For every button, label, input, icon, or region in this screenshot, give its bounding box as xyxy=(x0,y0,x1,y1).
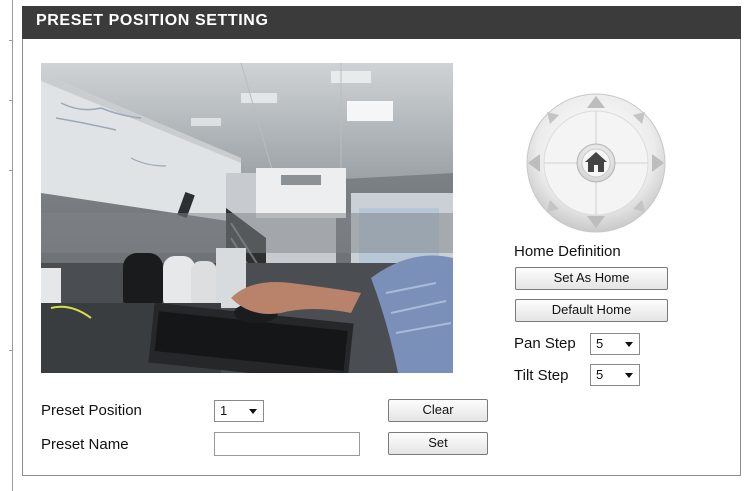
home-icon[interactable] xyxy=(576,143,616,183)
arrow-down-left-icon[interactable] xyxy=(546,199,560,213)
preset-position-value: 1 xyxy=(220,403,228,418)
chevron-down-icon xyxy=(625,342,633,347)
preset-position-label: Preset Position xyxy=(41,402,142,419)
set-as-home-button[interactable]: Set As Home xyxy=(515,267,668,290)
ptz-control xyxy=(520,93,672,233)
camera-live-view xyxy=(41,63,453,373)
left-divider-tick xyxy=(9,100,13,101)
arrow-up-right-icon[interactable] xyxy=(632,111,646,125)
pan-step-select[interactable]: 5 xyxy=(590,333,640,355)
tilt-step-select[interactable]: 5 xyxy=(590,364,640,386)
tilt-step-label: Tilt Step xyxy=(514,367,569,384)
default-home-button[interactable]: Default Home xyxy=(515,299,668,322)
arrow-left-icon[interactable] xyxy=(526,153,542,173)
tilt-step-value: 5 xyxy=(596,367,604,382)
pan-step-value: 5 xyxy=(596,336,604,351)
arrow-down-right-icon[interactable] xyxy=(632,199,646,213)
arrow-up-icon[interactable] xyxy=(586,94,606,110)
arrow-right-icon[interactable] xyxy=(650,153,666,173)
home-definition-label: Home Definition xyxy=(514,243,621,260)
left-divider-tick xyxy=(9,170,13,171)
section-title: PRESET POSITION SETTING xyxy=(36,12,269,29)
left-divider xyxy=(12,0,13,491)
pan-step-label: Pan Step xyxy=(514,335,576,352)
arrow-up-left-icon[interactable] xyxy=(546,111,560,125)
left-divider-tick xyxy=(9,350,13,351)
preset-name-input[interactable] xyxy=(214,432,360,456)
set-button[interactable]: Set xyxy=(388,432,488,455)
preset-position-select[interactable]: 1 xyxy=(214,400,264,422)
preset-name-label: Preset Name xyxy=(41,436,129,453)
chevron-down-icon xyxy=(625,373,633,378)
chevron-down-icon xyxy=(249,409,257,414)
left-divider-tick xyxy=(9,40,13,41)
clear-button[interactable]: Clear xyxy=(388,399,488,422)
arrow-down-icon[interactable] xyxy=(586,214,606,230)
